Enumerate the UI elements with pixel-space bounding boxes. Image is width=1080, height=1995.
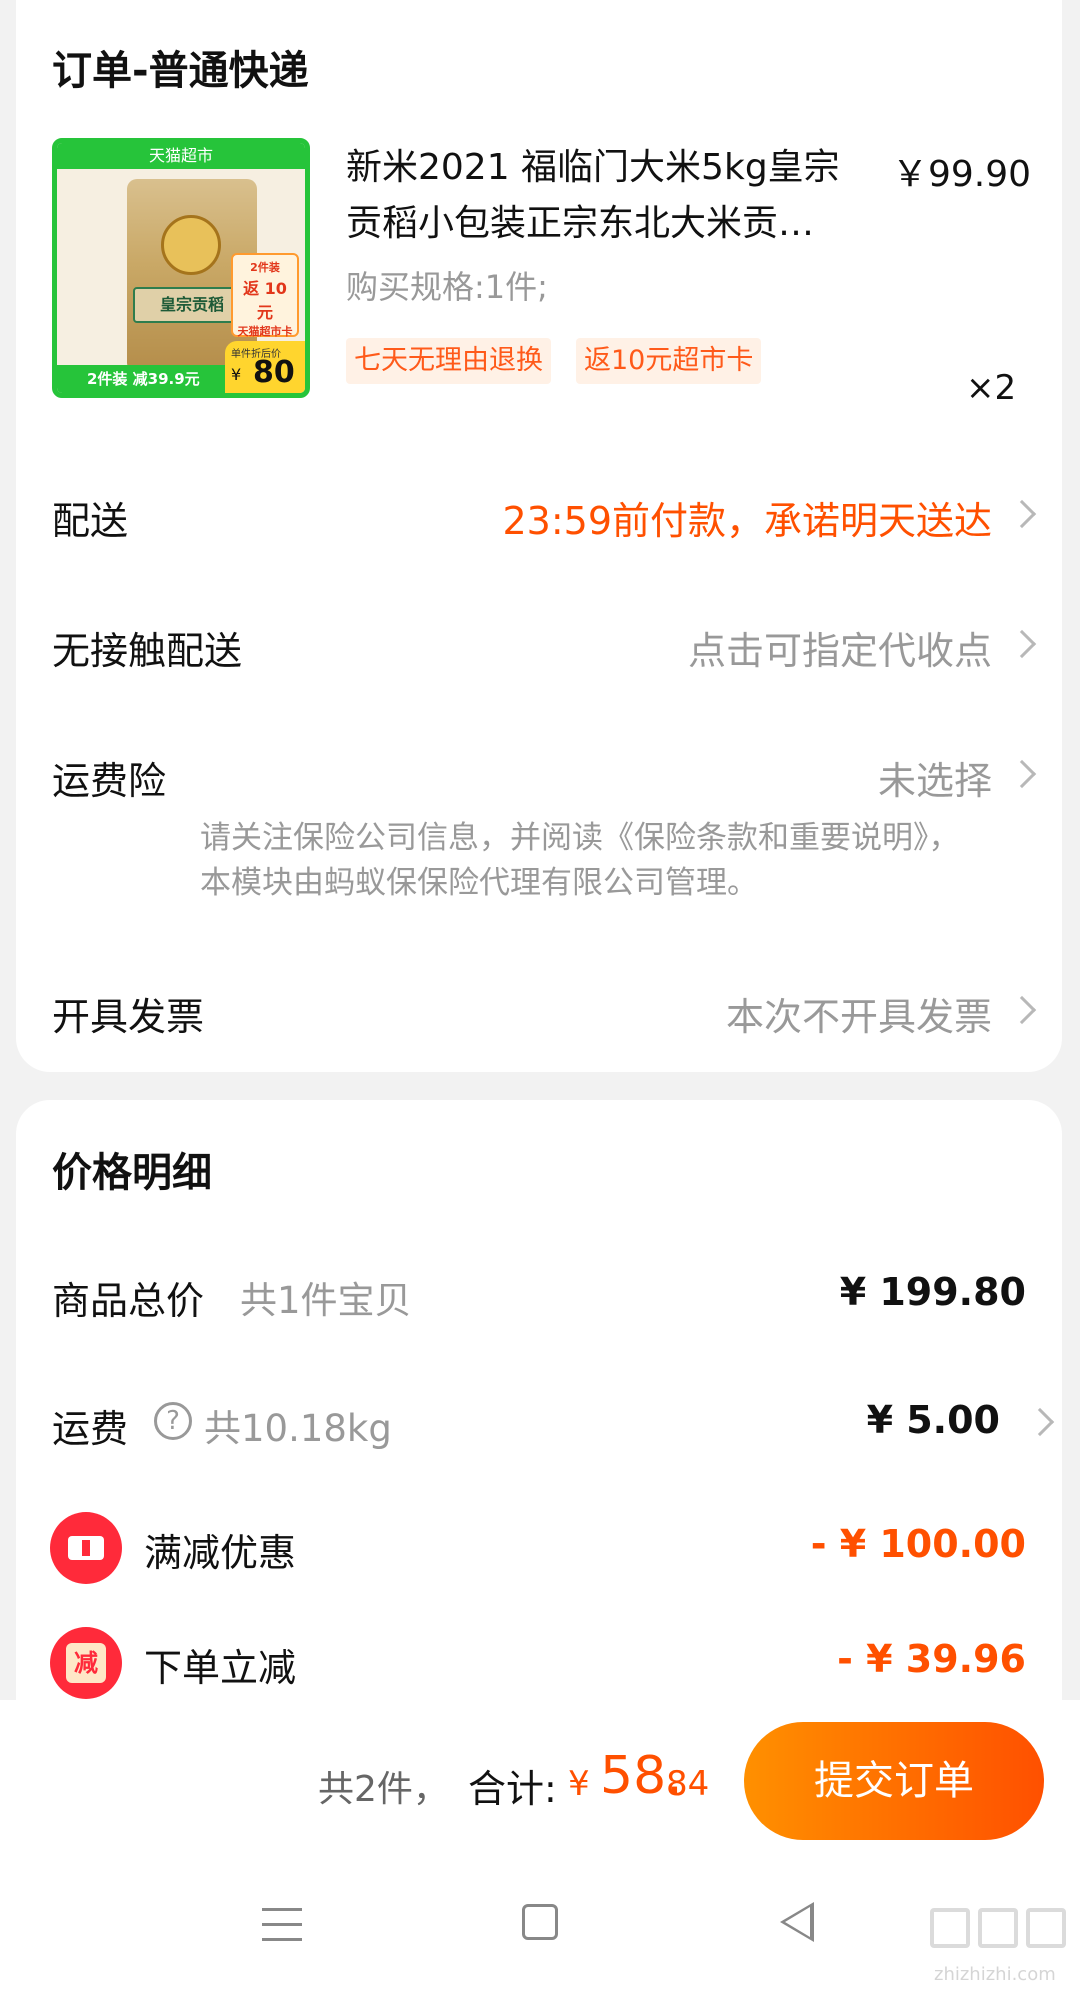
insurance-label: 运费险 xyxy=(52,759,167,803)
delivery-row[interactable]: 配送 23:59前付款，承诺明天送达 xyxy=(16,470,1062,560)
promo-line3: 天猫超市卡 xyxy=(237,325,293,338)
full-reduction-label: 满减优惠 xyxy=(144,1531,297,1575)
goods-total-amount: ¥ 199.80 xyxy=(839,1270,1026,1314)
submit-order-button[interactable]: 提交订单 xyxy=(744,1722,1044,1840)
product-price: ￥99.90 xyxy=(892,154,1032,195)
shipping-insurance-row[interactable]: 运费险 未选择 xyxy=(16,730,1062,820)
product-title-line1: 新米2021 福临门大米5kg皇宗 xyxy=(346,147,840,188)
menu-icon[interactable] xyxy=(262,1908,302,1942)
discount-icon: 减 xyxy=(50,1627,122,1699)
insurance-note: 请关注保险公司信息，并阅读《保险条款和重要说明》，本模块由蚂蚁保保险代理有限公司… xyxy=(200,820,960,901)
total-label: 合计: xyxy=(468,1767,557,1811)
product-title-line2: 贡稻小包装正宗东北大米贡… xyxy=(346,203,815,244)
discount-icon-text: 减 xyxy=(66,1643,106,1683)
item-count: 共2件， xyxy=(318,1769,449,1810)
contactless-delivery-row[interactable]: 无接触配送 点击可指定代收点 xyxy=(16,600,1062,690)
chevron-right-icon xyxy=(1007,499,1037,529)
total-amount-decimal: 84 xyxy=(666,1764,710,1804)
chevron-right-icon xyxy=(1007,629,1037,659)
question-mark-icon[interactable]: ? xyxy=(154,1402,192,1440)
promo-line2: 返 10 元 xyxy=(243,279,287,322)
order-discount-label: 下单立减 xyxy=(144,1646,297,1690)
full-reduction-amount: - ¥ 100.00 xyxy=(810,1522,1026,1566)
delivery-label: 配送 xyxy=(52,499,129,543)
watermark-logo: zhizhizhi.com xyxy=(930,1908,1070,1992)
unit-price-value: 80 xyxy=(253,355,295,390)
tmall-supermarket-label: 天猫超市 xyxy=(57,143,305,169)
fu-logo-icon xyxy=(161,215,221,275)
system-nav-bar xyxy=(0,1850,1080,1995)
shipping-fee-row[interactable]: 运费 ? 共10.18kg ¥ 5.00 xyxy=(0,1398,1080,1458)
order-discount-row: 减 下单立减 - ¥ 39.96 xyxy=(0,1627,1080,1699)
watermark-text: zhizhizhi.com xyxy=(934,1964,1056,1985)
goods-total-label: 商品总价 xyxy=(52,1279,205,1323)
promo-line1: 2件装 xyxy=(250,261,280,274)
invoice-value: 本次不开具发票 xyxy=(725,995,992,1039)
chevron-right-icon xyxy=(1025,1407,1055,1437)
coupon-ticket-icon xyxy=(50,1512,122,1584)
chevron-right-icon xyxy=(1007,995,1037,1025)
product-quantity: ×2 xyxy=(966,368,1017,408)
home-icon[interactable] xyxy=(522,1904,558,1940)
bundle-discount-label: 2件装 减39.9元 xyxy=(57,365,227,393)
invoice-label: 开具发票 xyxy=(52,995,205,1039)
order-discount-amount: - ¥ 39.96 xyxy=(837,1637,1026,1681)
unit-price-yen: ¥ xyxy=(231,365,242,384)
back-icon[interactable] xyxy=(780,1902,814,1942)
price-detail-title: 价格明细 xyxy=(52,1150,212,1196)
full-reduction-row: 满减优惠 - ¥ 100.00 xyxy=(0,1512,1080,1584)
product-title[interactable]: 新米2021 福临门大米5kg皇宗 贡稻小包装正宗东北大米贡… xyxy=(346,140,866,252)
contactless-label: 无接触配送 xyxy=(52,629,243,673)
product-image[interactable]: 天猫超市 皇宗贡稻 2件装 返 10 元 天猫超市卡 2件装 减39.9元 单件… xyxy=(52,138,310,398)
shipping-fee-amount: ¥ 5.00 xyxy=(866,1398,1000,1442)
goods-total-count: 共1件宝贝 xyxy=(240,1279,412,1322)
shipping-weight: 共10.18kg xyxy=(204,1407,392,1450)
delivery-value: 23:59前付款，承诺明天送达 xyxy=(502,499,992,543)
contactless-value: 点击可指定代收点 xyxy=(687,629,992,673)
shipping-fee-label: 运费 xyxy=(52,1407,129,1451)
product-spec: 购买规格:1件; xyxy=(346,268,548,306)
checkout-bar: 共2件， 合计: ¥ 58. 84 提交订单 xyxy=(0,1700,1080,1850)
invoice-row[interactable]: 开具发票 本次不开具发票 xyxy=(16,966,1062,1056)
order-title: 订单-普通快递 xyxy=(52,48,309,94)
tag-seven-day-return: 七天无理由退换 xyxy=(346,338,551,384)
unit-price-box: 单件折后价 ¥ 80 xyxy=(225,341,305,393)
insurance-value: 未选择 xyxy=(877,759,992,803)
tag-supermarket-card: 返10元超市卡 xyxy=(576,338,762,384)
total-yen: ¥ xyxy=(568,1764,590,1804)
goods-total-row: 商品总价 共1件宝贝 ¥ 199.80 xyxy=(0,1270,1080,1330)
chevron-right-icon xyxy=(1007,759,1037,789)
promo-box: 2件装 返 10 元 天猫超市卡 xyxy=(231,253,299,338)
